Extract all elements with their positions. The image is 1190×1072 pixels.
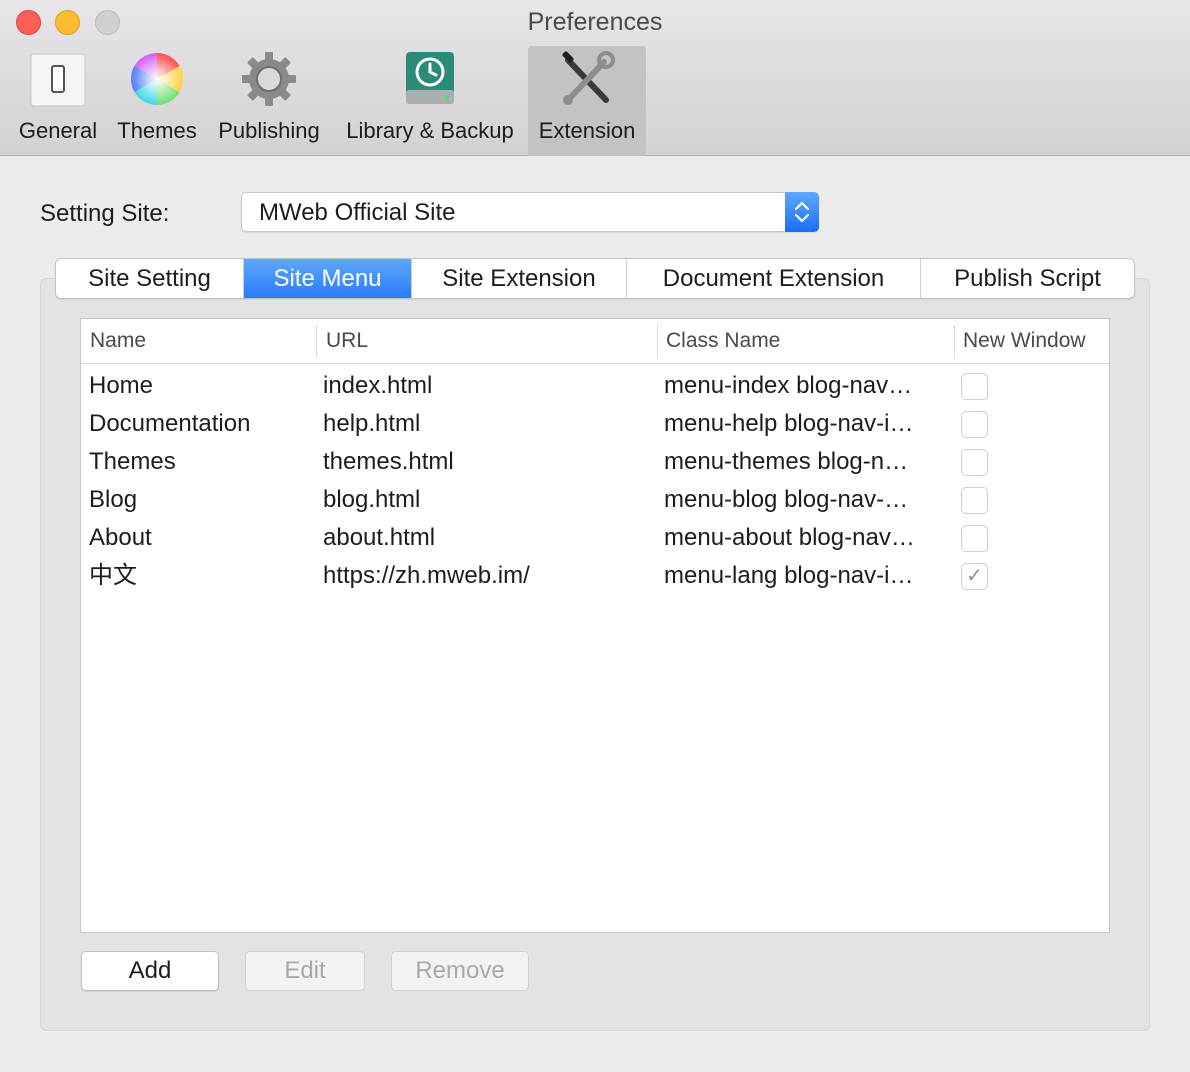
cell-name: Themes	[89, 448, 176, 475]
new-window-checkbox[interactable]	[961, 525, 988, 552]
preferences-window: Preferences General Themes Publishing Li…	[0, 0, 1190, 1072]
toolbar-item-general[interactable]: General	[16, 46, 100, 156]
table-row[interactable]: Home index.html menu-index blog-nav…	[81, 367, 1109, 405]
remove-button[interactable]: Remove	[391, 951, 529, 991]
tab-site-extension[interactable]: Site Extension	[412, 259, 627, 298]
new-window-checkbox[interactable]: ✓	[961, 563, 988, 590]
new-window-checkbox[interactable]	[961, 411, 988, 438]
select-stepper[interactable]	[785, 192, 819, 232]
table-row[interactable]: Blog blog.html menu-blog blog-nav-…	[81, 481, 1109, 519]
toolbar-item-themes[interactable]: Themes	[113, 46, 201, 156]
table-row[interactable]: Documentation help.html menu-help blog-n…	[81, 405, 1109, 443]
cell-name: Home	[89, 372, 154, 399]
cell-url: help.html	[323, 410, 421, 437]
cell-class-name: menu-about blog-nav…	[664, 524, 915, 551]
cell-url: index.html	[323, 372, 433, 399]
tab-site-menu[interactable]: Site Menu	[244, 259, 412, 298]
tab-document-extension[interactable]: Document Extension	[627, 259, 921, 298]
new-window-checkbox[interactable]	[961, 487, 988, 514]
toolbar-item-extension[interactable]: Extension	[528, 46, 646, 156]
cell-name: 中文	[89, 562, 137, 589]
cell-url: https://zh.mweb.im/	[323, 562, 530, 589]
tab-publish-script[interactable]: Publish Script	[921, 259, 1134, 298]
add-button[interactable]: Add	[81, 951, 219, 991]
segmented-tabs: Site Setting Site Menu Site Extension Do…	[55, 258, 1135, 299]
chevron-up-down-icon	[794, 201, 810, 223]
tab-site-setting[interactable]: Site Setting	[56, 259, 244, 298]
column-header-url[interactable]: URL	[317, 319, 657, 364]
wrench-screwdriver-icon	[562, 51, 615, 105]
gear-icon	[242, 52, 296, 106]
cell-name: Documentation	[89, 410, 251, 437]
edit-button[interactable]: Edit	[245, 951, 365, 991]
table-row[interactable]: Themes themes.html menu-themes blog-n…	[81, 443, 1109, 481]
site-menu-table: Name URL Class Name New Window Home inde…	[80, 318, 1110, 933]
column-header-class-name[interactable]: Class Name	[657, 319, 954, 364]
toolbar-item-publishing[interactable]: Publishing	[212, 46, 326, 156]
setting-site-label: Setting Site:	[40, 200, 170, 227]
setting-site-select[interactable]: MWeb Official Site	[241, 192, 819, 232]
cell-url: blog.html	[323, 486, 421, 513]
window-title: Preferences	[527, 8, 663, 36]
checkmark-icon: ✓	[966, 565, 983, 587]
cell-class-name: menu-index blog-nav…	[664, 372, 913, 399]
cell-url: about.html	[323, 524, 436, 551]
cell-name: Blog	[89, 486, 138, 513]
toolbar-item-library-backup[interactable]: Library & Backup	[338, 46, 522, 156]
time-machine-drive-icon	[406, 52, 454, 104]
toolbar: Preferences General Themes Publishing Li…	[0, 0, 1190, 156]
new-window-checkbox[interactable]	[961, 373, 988, 400]
table-header: Name URL Class Name New Window	[81, 319, 1109, 364]
setting-site-value: MWeb Official Site	[259, 199, 456, 226]
column-header-name[interactable]: Name	[81, 319, 316, 364]
table-row[interactable]: 中文 https://zh.mweb.im/ menu-lang blog-na…	[81, 557, 1109, 595]
cell-name: About	[89, 524, 152, 551]
cell-class-name: menu-help blog-nav-i…	[664, 410, 914, 437]
general-switch-icon	[30, 53, 86, 107]
cell-class-name: menu-lang blog-nav-i…	[664, 562, 914, 589]
new-window-checkbox[interactable]	[961, 449, 988, 476]
cell-class-name: menu-blog blog-nav-…	[664, 486, 909, 513]
cell-url: themes.html	[323, 448, 454, 475]
cell-class-name: menu-themes blog-n…	[664, 448, 909, 475]
color-wheel-icon	[131, 53, 183, 105]
column-header-new-window[interactable]: New Window	[954, 319, 1109, 364]
table-row[interactable]: About about.html menu-about blog-nav…	[81, 519, 1109, 557]
